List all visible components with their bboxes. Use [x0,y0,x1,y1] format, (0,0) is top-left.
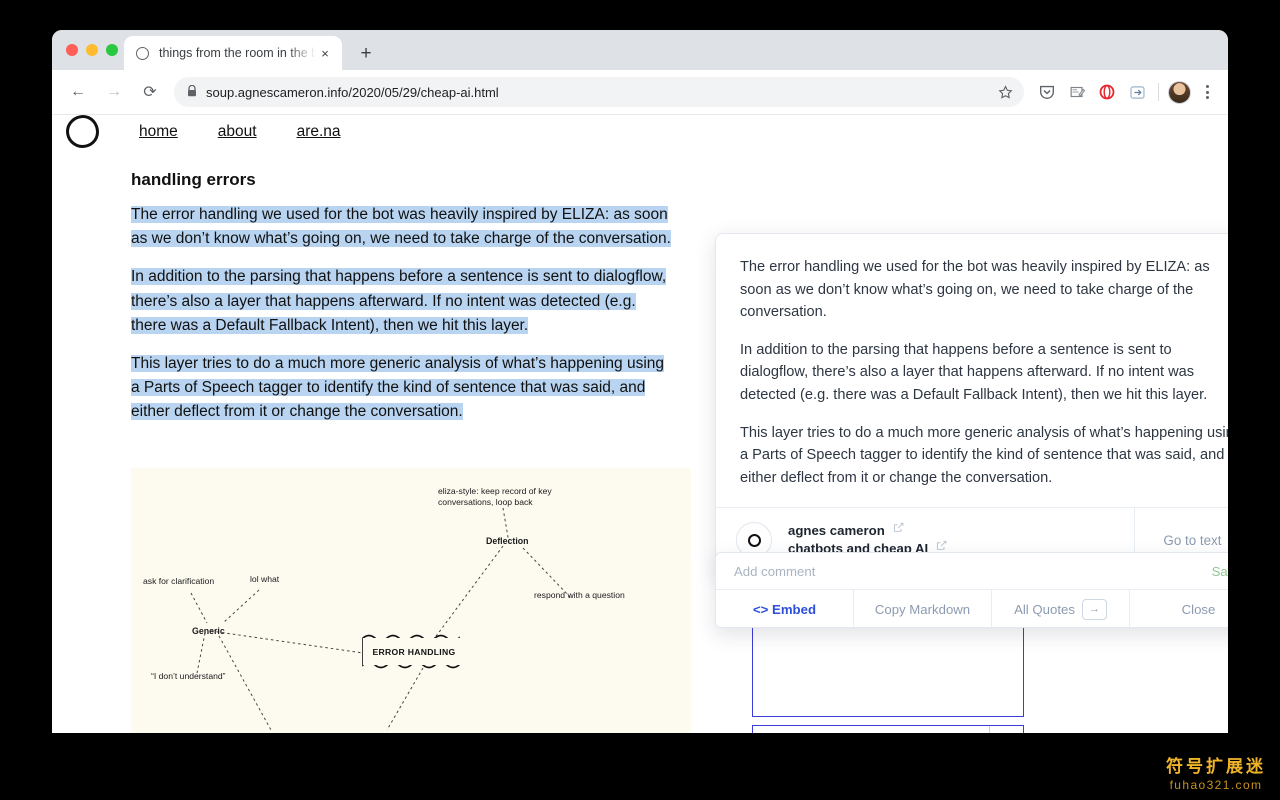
star-icon[interactable] [992,79,1018,105]
arrow-right-icon[interactable]: → [1081,598,1107,620]
error-handling-diagram: ERROR HANDLING eliza-style: keep record … [131,468,691,733]
site-header: home about are.na [66,115,381,148]
highlighted-text[interactable]: In addition to the parsing that happens … [131,268,667,334]
toolbar-divider [1158,83,1159,101]
address-bar[interactable]: soup.agnescameron.info/2020/05/29/cheap-… [174,77,1024,107]
page-content: home about are.na handling errors The er… [52,115,1228,733]
circle-icon [136,46,149,60]
diagram-node-lol-what: lol what [250,574,280,584]
nav-link-arena[interactable]: are.na [297,123,341,141]
quote-paragraph: This layer tries to do a much more gener… [740,424,1228,486]
site-logo-icon[interactable] [66,115,99,148]
watermark: 符号扩展迷 fuhao321.com [1166,756,1266,792]
page-title: handling errors [131,170,256,189]
lock-icon [187,84,197,100]
browser-tab[interactable]: things from the room in the ba × [124,36,342,70]
reload-icon[interactable]: ⟳ [135,77,165,107]
browser-toolbar: ← → ⟳ soup.agnescameron.info/2020/05/29/… [52,70,1228,115]
annotation-actions: <> Embed Copy Markdown All Quotes → Clos… [716,590,1228,627]
article-paragraph: This layer tries to do a much more gener… [131,352,671,425]
diagram-node-ask-clarification: ask for clarification [143,576,215,586]
all-quotes-label: All Quotes [1014,601,1075,617]
back-icon[interactable]: ← [63,77,93,107]
diagram-node-center: ERROR HANDLING [363,638,465,665]
diagram-node-eliza: eliza-style: keep record of key conversa… [438,486,552,507]
new-tab-button[interactable]: + [354,41,378,65]
embed-button[interactable]: <> Embed [716,590,854,627]
opera-icon[interactable] [1094,79,1120,105]
close-window-button[interactable] [66,44,78,56]
nav-link-about[interactable]: about [218,123,257,141]
nav-link-home[interactable]: home [139,123,178,141]
diagram-node-generic: Generic [192,626,225,636]
boxed-arrow-icon[interactable] [1124,79,1150,105]
watermark-cn: 符号扩展迷 [1166,757,1266,776]
quote-paragraph: In addition to the parsing that happens … [740,341,1208,403]
status-badge: Saved [1211,563,1228,579]
kebab-menu-icon[interactable] [1196,79,1218,105]
author-row: agnes cameron [788,522,947,540]
url-text: soup.agnescameron.info/2020/05/29/cheap-… [206,84,499,100]
diagram-node-deflection: Deflection [486,536,529,546]
article-paragraph: In addition to the parsing that happens … [131,265,671,338]
tab-title: things from the room in the ba [159,46,316,60]
copy-markdown-button[interactable]: Copy Markdown [854,590,992,627]
article-paragraph: The error handling we used for the bot w… [131,203,671,251]
all-quotes-button[interactable]: All Quotes → [992,590,1130,627]
annotation-comment-bar: Add comment Saved <> Embed Copy Markdown… [715,552,1228,628]
maximize-window-button[interactable] [106,44,118,56]
close-icon[interactable]: × [316,44,334,62]
diagram-node-respond-question: respond with a question [534,590,625,600]
annotation-popup: The error handling we used for the bot w… [715,233,1228,574]
highlighted-text[interactable]: The error handling we used for the bot w… [131,206,671,248]
browser-window: things from the room in the ba × + ← → ⟳… [52,30,1228,733]
author-name: agnes cameron [788,523,885,539]
comment-input-placeholder[interactable]: Add comment [734,564,1212,579]
tab-strip: things from the room in the ba × + [52,30,1228,70]
article-body: The error handling we used for the bot w… [131,203,671,439]
edit-icon[interactable] [893,522,904,540]
quote-paragraph: The error handling we used for the bot w… [740,259,1210,321]
chat-input[interactable]: Say something... [752,725,1024,733]
notebook-icon[interactable] [1064,79,1090,105]
highlighted-text[interactable]: This layer tries to do a much more gener… [131,355,665,421]
watermark-en: fuhao321.com [1169,778,1263,792]
pocket-icon[interactable] [1034,79,1060,105]
minimize-window-button[interactable] [86,44,98,56]
forward-icon[interactable]: → [99,77,129,107]
paper-plane-icon[interactable] [989,726,1023,733]
avatar[interactable] [1168,80,1191,104]
close-button[interactable]: Close [1130,590,1228,627]
diagram-node-dont-understand: “I don’t understand” [151,671,226,681]
screen: things from the room in the ba × + ← → ⟳… [0,0,1280,800]
window-controls[interactable] [66,44,118,56]
comment-row[interactable]: Add comment Saved [716,553,1228,590]
annotation-quote: The error handling we used for the bot w… [716,234,1228,507]
